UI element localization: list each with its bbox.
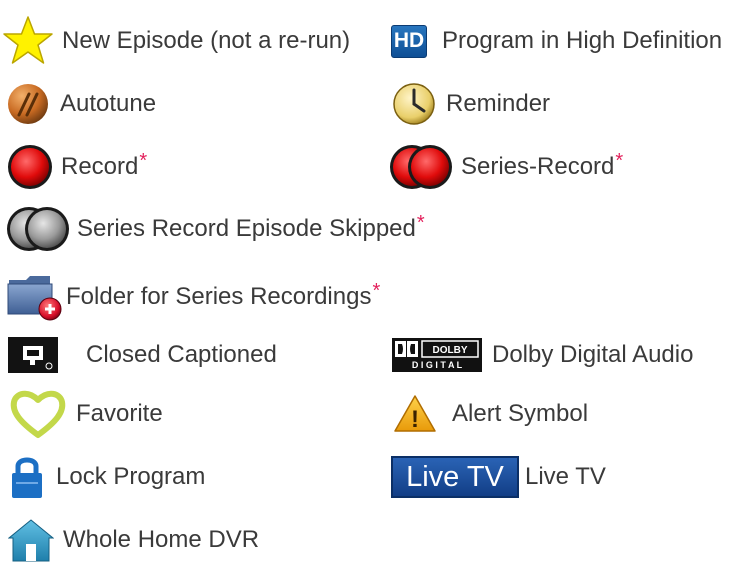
legend-item-dolby: DOLBY D I G I T A L Dolby Digital Audio [392,325,693,385]
legend-label: Folder for Series Recordings* [66,280,381,310]
legend-item-alert: ! Alert Symbol [393,384,588,444]
legend-label: Alert Symbol [452,400,589,427]
legend-item-series-record: Series-Record* [388,137,623,197]
legend-label: Whole Home DVR [63,526,260,553]
hd-icon-text: HD [391,24,427,58]
asterisk: * [615,150,624,172]
legend-item-record: Record* [6,137,147,197]
legend-label: Series-Record* [461,150,624,180]
legend-item-series-skipped: Series Record Episode Skipped* [5,199,425,259]
heart-icon [8,388,68,440]
legend-item-reminder: Reminder [392,74,550,134]
series-record-icon [388,143,454,191]
legend-label: Closed Captioned [86,341,277,368]
legend-item-lock: Lock Program [10,447,205,507]
live-tv-icon-text: Live TV [391,456,519,498]
legend-item-autotune: Autotune [6,74,156,134]
legend-item-hd: HD Program in High Definition [391,11,722,71]
star-icon [2,15,54,67]
record-icon [6,143,54,191]
live-tv-icon: Live TV [391,456,519,498]
dolby-icon: DOLBY D I G I T A L [392,338,482,372]
legend-item-new-episode: New Episode (not a re-run) [2,11,350,71]
asterisk: * [416,212,425,234]
legend-label: Live TV [525,463,606,490]
legend-item-closed-captioned: Closed Captioned [8,325,277,385]
closed-caption-icon [8,337,58,373]
alert-icon-text: ! [411,406,419,433]
series-skipped-icon [5,205,71,253]
legend-label: Autotune [60,90,157,117]
legend-item-favorite: Favorite [8,384,163,444]
asterisk: * [372,280,381,302]
dolby-digital-text: D I G I T A L [412,360,463,370]
lock-icon [10,454,44,500]
clock-icon [392,82,436,126]
legend-label: Favorite [76,400,163,427]
folder-icon [6,272,64,322]
legend-item-whole-home: Whole Home DVR [8,510,259,570]
legend-label: Program in High Definition [442,27,723,54]
legend-label: New Episode (not a re-run) [62,27,351,54]
legend-label: Series Record Episode Skipped* [77,212,425,242]
autotune-icon [6,82,50,126]
house-icon [8,518,54,562]
alert-icon: ! [393,394,437,434]
hd-icon: HD [391,24,427,58]
asterisk: * [139,150,148,172]
legend-label: Lock Program [56,463,206,490]
legend-label: Reminder [446,90,551,117]
legend-label: Record* [61,150,148,180]
dolby-logo-text: DOLBY [433,345,468,356]
legend-label: Dolby Digital Audio [492,341,694,368]
legend-item-live-tv: Live TV Live TV [391,447,606,507]
legend-item-folder: Folder for Series Recordings* [6,267,380,327]
